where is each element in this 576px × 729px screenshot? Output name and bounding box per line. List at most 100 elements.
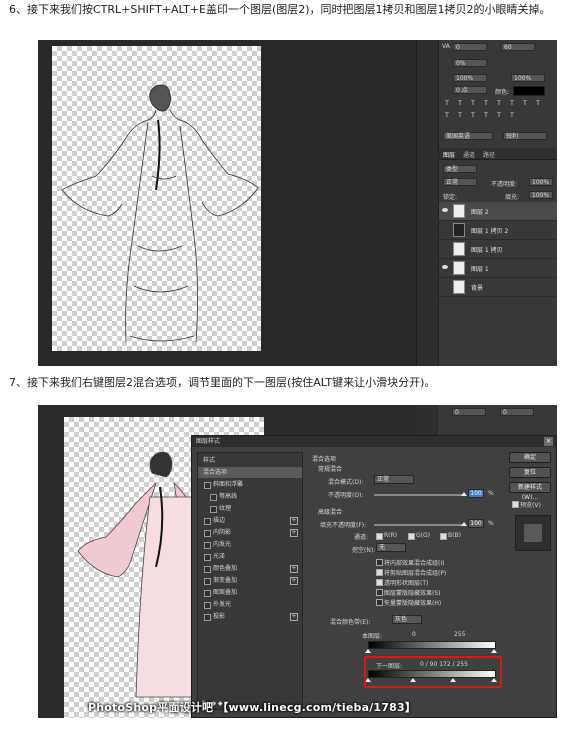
style-item[interactable]: 图案叠加 <box>198 587 302 598</box>
close-icon[interactable]: × <box>544 437 553 446</box>
layer-kind-filter[interactable]: 类型 <box>443 165 477 173</box>
add-icon[interactable]: + <box>290 565 298 573</box>
layer-row[interactable]: 图层 1 拷贝 2 <box>439 221 557 240</box>
style-checkbox[interactable] <box>210 506 217 513</box>
layer-row[interactable]: 图层 1 <box>439 259 557 278</box>
layer-row[interactable]: 背景 <box>439 278 557 297</box>
blend-if-label: 混合颜色带(E): <box>330 619 371 626</box>
style-checkbox[interactable] <box>204 482 211 489</box>
text-style-icon[interactable]: T <box>521 100 529 108</box>
language-select[interactable]: 美国英语 <box>443 132 493 140</box>
style-checkbox[interactable] <box>204 602 211 609</box>
tracking-field[interactable]: 0 <box>452 408 486 416</box>
text-style-icon[interactable]: T <box>534 100 542 108</box>
tracking-field[interactable]: 0 <box>453 43 487 51</box>
eye-icon[interactable] <box>442 208 448 212</box>
style-item[interactable]: 描边 + <box>198 515 302 526</box>
text-color-swatch[interactable] <box>513 86 545 96</box>
style-item[interactable]: 外发光 <box>198 599 302 610</box>
style-item[interactable]: 斜面和浮雕 <box>198 479 302 490</box>
tab-paths[interactable]: 路径 <box>483 150 495 159</box>
fill-opacity-slider-track[interactable] <box>374 524 464 526</box>
layer-blend-mode[interactable]: 正常 <box>443 178 477 186</box>
option-vector-mask-checkbox[interactable] <box>376 599 383 606</box>
opacity-slider-track[interactable] <box>374 494 464 496</box>
vertical-scale-field[interactable]: 100% <box>453 74 487 82</box>
fill-opacity-slider-knob[interactable] <box>461 522 467 526</box>
channels-label: 通道: <box>354 534 369 541</box>
blend-if-select[interactable]: 灰色 <box>392 615 422 624</box>
style-item[interactable]: 渐变叠加 + <box>198 575 302 586</box>
style-checkbox[interactable] <box>204 566 211 573</box>
style-checkbox[interactable] <box>204 518 211 525</box>
text-style-icon[interactable]: T <box>508 112 516 120</box>
text-style-icon[interactable]: T <box>469 112 477 120</box>
style-item[interactable]: 内阴影 + <box>198 527 302 538</box>
tab-channels[interactable]: 通道 <box>463 150 475 159</box>
text-style-icon[interactable]: T <box>495 112 503 120</box>
ok-button[interactable]: 确定 <box>509 452 551 463</box>
reset-button[interactable]: 复位 <box>509 467 551 478</box>
opacity-field[interactable]: 100% <box>529 178 553 186</box>
opacity-input[interactable]: 100 <box>468 489 484 498</box>
baseline-field[interactable]: 0 点 <box>453 86 487 94</box>
option-transparency-checkbox[interactable] <box>376 579 383 586</box>
style-item-label: 外发光 <box>213 601 232 608</box>
channel-r-checkbox[interactable] <box>376 533 383 540</box>
text-style-icon[interactable]: T <box>508 100 516 108</box>
add-icon[interactable]: + <box>290 577 298 585</box>
text-style-icon[interactable]: T <box>443 100 451 108</box>
text-style-icon[interactable]: T <box>456 100 464 108</box>
layer-row[interactable]: 图层 1 拷贝 <box>439 240 557 259</box>
fill-field[interactable]: 100% <box>529 191 553 199</box>
style-checkbox[interactable] <box>204 542 211 549</box>
text-style-icon[interactable]: T <box>443 112 451 120</box>
step7-instruction: 7、接下来我们右键图层2混合选项，调节里面的下一图层(按住ALT键来让小滑块分开… <box>9 376 436 389</box>
this-layer-white-knob[interactable] <box>491 649 497 653</box>
text-style-icon[interactable]: T <box>456 112 464 120</box>
option-blend-interior-checkbox[interactable] <box>376 559 383 566</box>
channel-g-checkbox[interactable] <box>408 533 415 540</box>
text-style-icon[interactable]: T <box>495 100 503 108</box>
channel-b-checkbox[interactable] <box>440 533 447 540</box>
layer-row[interactable]: 图层 2 <box>439 202 557 221</box>
this-layer-gradient[interactable] <box>368 641 496 649</box>
text-style-icon[interactable]: T <box>482 100 490 108</box>
fill-opacity-input[interactable]: 100 <box>468 519 484 528</box>
style-item[interactable]: 光泽 <box>198 551 302 562</box>
kerning-field[interactable]: 0 <box>500 408 534 416</box>
style-checkbox[interactable] <box>204 590 211 597</box>
horizontal-scale-field[interactable]: 100% <box>511 74 545 82</box>
style-checkbox[interactable] <box>210 494 217 501</box>
blend-mode-select[interactable]: 正常 <box>374 475 414 484</box>
text-style-icon[interactable]: T <box>482 112 490 120</box>
add-icon[interactable]: + <box>290 529 298 537</box>
scale-field[interactable]: 0% <box>453 59 487 67</box>
kerning-field[interactable]: 60 <box>501 43 535 51</box>
style-checkbox[interactable] <box>204 530 211 537</box>
knockout-select[interactable]: 无 <box>376 543 406 552</box>
style-item[interactable]: 等高线 <box>198 491 302 502</box>
style-item[interactable]: 颜色叠加 + <box>198 563 302 574</box>
eye-icon[interactable] <box>442 265 448 269</box>
tab-layers[interactable]: 图层 <box>443 150 455 159</box>
style-checkbox[interactable] <box>204 554 211 561</box>
preview-checkbox[interactable] <box>512 501 519 508</box>
opacity-slider-knob[interactable] <box>461 492 467 496</box>
style-item[interactable]: 样式 <box>198 455 302 466</box>
this-layer-black-knob[interactable] <box>365 649 371 653</box>
new-style-button[interactable]: 新建样式(W)... <box>509 482 551 501</box>
style-item[interactable]: 投影 + <box>198 611 302 622</box>
option-blend-clipped-checkbox[interactable] <box>376 569 383 576</box>
antialias-select[interactable]: 锐利 <box>503 132 547 140</box>
style-item[interactable]: 混合选项 <box>198 467 302 478</box>
text-style-icon[interactable]: T <box>469 100 477 108</box>
style-checkbox[interactable] <box>204 614 211 621</box>
option-layer-mask-checkbox[interactable] <box>376 589 383 596</box>
this-layer-min: 0 <box>412 631 416 638</box>
style-item[interactable]: 内发光 <box>198 539 302 550</box>
add-icon[interactable]: + <box>290 613 298 621</box>
add-icon[interactable]: + <box>290 517 298 525</box>
style-item[interactable]: 纹理 <box>198 503 302 514</box>
style-checkbox[interactable] <box>204 578 211 585</box>
